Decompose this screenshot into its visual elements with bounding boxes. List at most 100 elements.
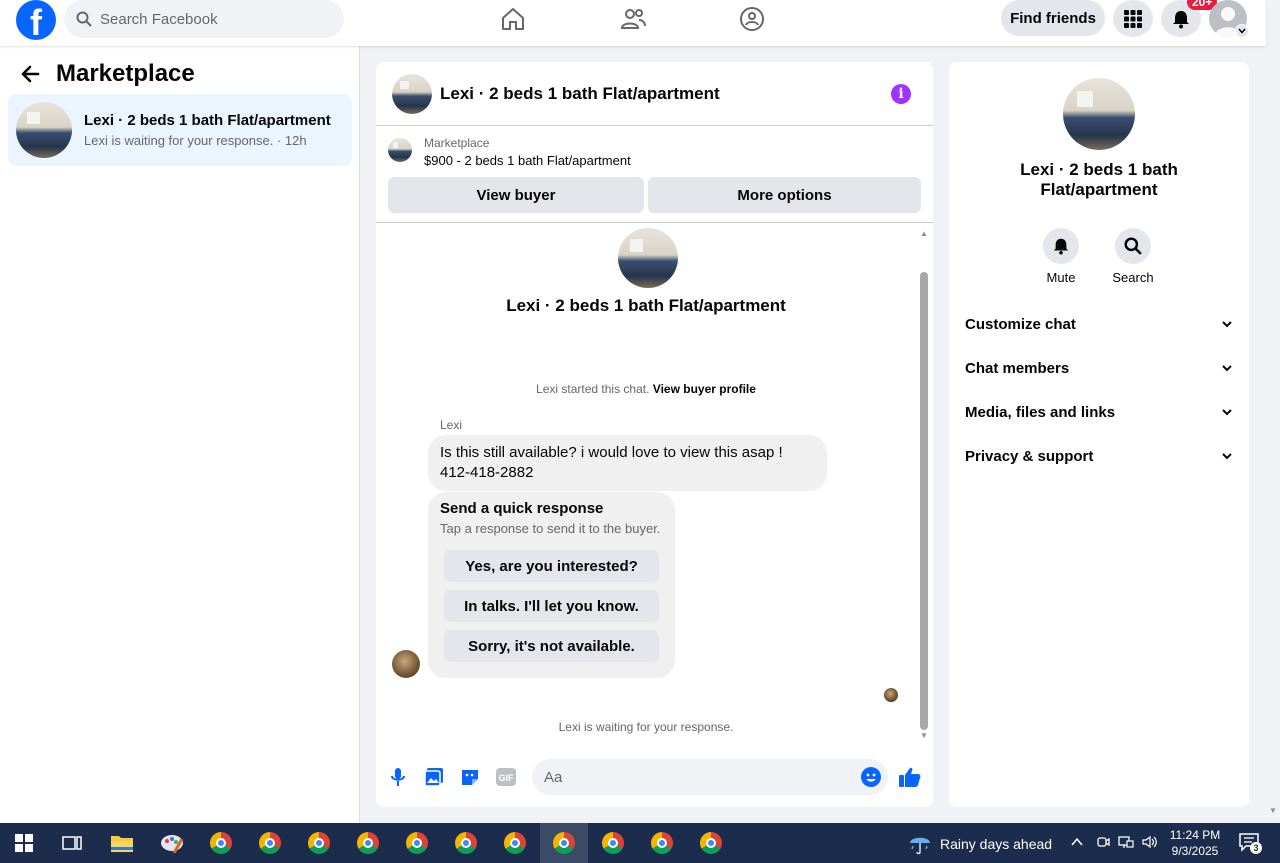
quick-response-subtitle: Tap a response to send it to the buyer. [440, 521, 661, 536]
friends-icon[interactable] [618, 4, 648, 34]
scroll-down-arrow[interactable]: ▼ [919, 730, 929, 740]
sidebar-header: Marketplace [20, 60, 195, 88]
facebook-logo[interactable]: f [16, 0, 56, 40]
view-buyer-button[interactable]: View buyer [388, 177, 644, 213]
listing-actions: View buyer More options [388, 177, 921, 213]
message-scrollbar[interactable]: ▲ ▼ [919, 228, 929, 740]
marketplace-sidebar: Marketplace Lexi · 2 beds 1 bath Flat/ap… [0, 46, 360, 823]
gif-icon[interactable]: GIF [495, 766, 517, 788]
quick-response-not-available[interactable]: Sorry, it's not available. [444, 630, 659, 662]
message-list[interactable]: Lexi · 2 beds 1 bath Flat/apartment Lexi… [376, 224, 933, 744]
search-facebook[interactable] [64, 0, 344, 38]
chevron-down-icon [1222, 321, 1232, 328]
info-icon[interactable]: i [891, 84, 911, 104]
find-friends-button[interactable]: Find friends [1001, 0, 1105, 36]
chrome-profile-icon[interactable] [356, 831, 380, 855]
bell-icon [1053, 238, 1069, 255]
chrome-profile-icon[interactable] [601, 831, 625, 855]
sticker-icon[interactable] [459, 766, 481, 788]
grid-icon [1124, 9, 1142, 28]
task-view-icon[interactable] [60, 831, 84, 855]
file-explorer-icon[interactable] [110, 831, 134, 855]
chat-started-notice: Lexi started this chat. View buyer profi… [536, 382, 756, 396]
page-scrollbar[interactable]: ▼ [1266, 0, 1280, 823]
windows-taskbar: Rainy days ahead 11:24 PM 9/3/2025 3 [0, 823, 1280, 863]
chrome-profile-icon[interactable] [405, 831, 429, 855]
network-icon[interactable] [1118, 835, 1134, 852]
volume-icon[interactable] [1142, 835, 1158, 852]
chrome-profile-icon[interactable] [699, 831, 723, 855]
back-arrow-icon[interactable] [20, 64, 40, 84]
listing-summary[interactable]: Marketplace $900 - 2 beds 1 bath Flat/ap… [388, 136, 631, 168]
paint-app-icon[interactable] [160, 831, 184, 855]
meet-now-icon[interactable] [1096, 835, 1110, 852]
photo-icon[interactable] [423, 766, 445, 788]
quick-response-title: Send a quick response [440, 500, 604, 517]
sender-avatar[interactable] [392, 650, 420, 678]
action-center-icon[interactable]: 3 [1238, 831, 1262, 855]
page-scroll-down-arrow[interactable]: ▼ [1269, 806, 1277, 815]
quick-response-in-talks[interactable]: In talks. I'll let you know. [444, 590, 659, 622]
waiting-notice: Lexi is waiting for your response. [558, 720, 734, 734]
svg-text:GIF: GIF [499, 773, 515, 783]
search-action[interactable]: Search [1103, 228, 1163, 285]
microphone-icon[interactable] [387, 766, 409, 788]
more-options-button[interactable]: More options [648, 177, 921, 213]
chevron-down-icon [1222, 365, 1232, 372]
chrome-icon[interactable] [209, 831, 233, 855]
notification-count: 3 [1250, 842, 1262, 854]
chrome-profile-icon[interactable] [552, 831, 576, 855]
mute-action[interactable]: Mute [1031, 228, 1091, 285]
chat-members-item[interactable]: Chat members [965, 348, 1233, 388]
intro-title: Lexi · 2 beds 1 bath Flat/apartment [506, 296, 786, 315]
chrome-profile-icon[interactable] [650, 831, 674, 855]
listing-label: Marketplace [424, 136, 490, 150]
search-icon [1124, 237, 1142, 255]
chat-thumbnail[interactable] [392, 73, 432, 114]
message-input[interactable] [532, 759, 888, 795]
chrome-profile-icon[interactable] [258, 831, 282, 855]
divider [376, 222, 933, 223]
media-files-links-item[interactable]: Media, files and links [965, 392, 1233, 432]
scroll-thumb[interactable] [920, 272, 928, 730]
view-buyer-profile-link[interactable]: View buyer profile [653, 382, 756, 396]
chat-title[interactable]: Lexi · 2 beds 1 bath Flat/apartment [440, 84, 720, 104]
listing-title: $900 - 2 beds 1 bath Flat/apartment [424, 153, 631, 168]
details-thumbnail [1063, 78, 1135, 150]
listing-thumbnail [16, 102, 72, 158]
bell-icon [1173, 10, 1189, 28]
message-composer: GIF [376, 752, 933, 802]
home-icon[interactable] [498, 4, 528, 34]
umbrella-icon [910, 837, 930, 855]
windows-start-icon[interactable] [12, 831, 36, 855]
chrome-profile-icon[interactable] [503, 831, 527, 855]
conversation-name: Lexi · 2 beds 1 bath Flat/apartment [84, 112, 331, 129]
quick-response-yes[interactable]: Yes, are you interested? [444, 550, 659, 582]
chevron-down-icon [1222, 409, 1232, 416]
page-title: Marketplace [56, 60, 195, 87]
read-receipt-avatar [884, 688, 898, 702]
search-input[interactable] [100, 10, 320, 28]
conversation-subtitle: Lexi is waiting for your response. · 12h [84, 133, 307, 148]
menu-grid-button[interactable] [1113, 0, 1153, 37]
chrome-profile-icon[interactable] [454, 831, 478, 855]
chrome-profile-icon[interactable] [307, 831, 331, 855]
system-clock[interactable]: 11:24 PM 9/3/2025 [1160, 827, 1230, 859]
privacy-support-item[interactable]: Privacy & support [965, 436, 1233, 476]
chevron-down-icon[interactable] [1235, 24, 1249, 38]
chat-header: Lexi · 2 beds 1 bath Flat/apartment i [376, 62, 933, 126]
chevron-down-icon [1222, 453, 1232, 460]
emoji-icon[interactable] [860, 766, 882, 788]
search-icon [76, 11, 92, 27]
conversation-list-item[interactable]: Lexi · 2 beds 1 bath Flat/apartment Lexi… [8, 94, 352, 166]
listing-mini-thumbnail [388, 138, 412, 162]
message-bubble: Is this still available? i would love to… [428, 435, 827, 491]
like-thumb-icon[interactable] [899, 766, 921, 788]
chat-details-panel: Lexi · 2 beds 1 bath Flat/apartment Mute… [949, 62, 1249, 807]
scroll-up-arrow[interactable]: ▲ [919, 228, 929, 238]
groups-icon[interactable] [737, 4, 767, 34]
chevron-up-icon[interactable] [1070, 835, 1084, 852]
weather-widget[interactable]: Rainy days ahead [908, 833, 1052, 855]
customize-chat-item[interactable]: Customize chat [965, 304, 1233, 344]
intro-thumbnail [618, 228, 678, 288]
